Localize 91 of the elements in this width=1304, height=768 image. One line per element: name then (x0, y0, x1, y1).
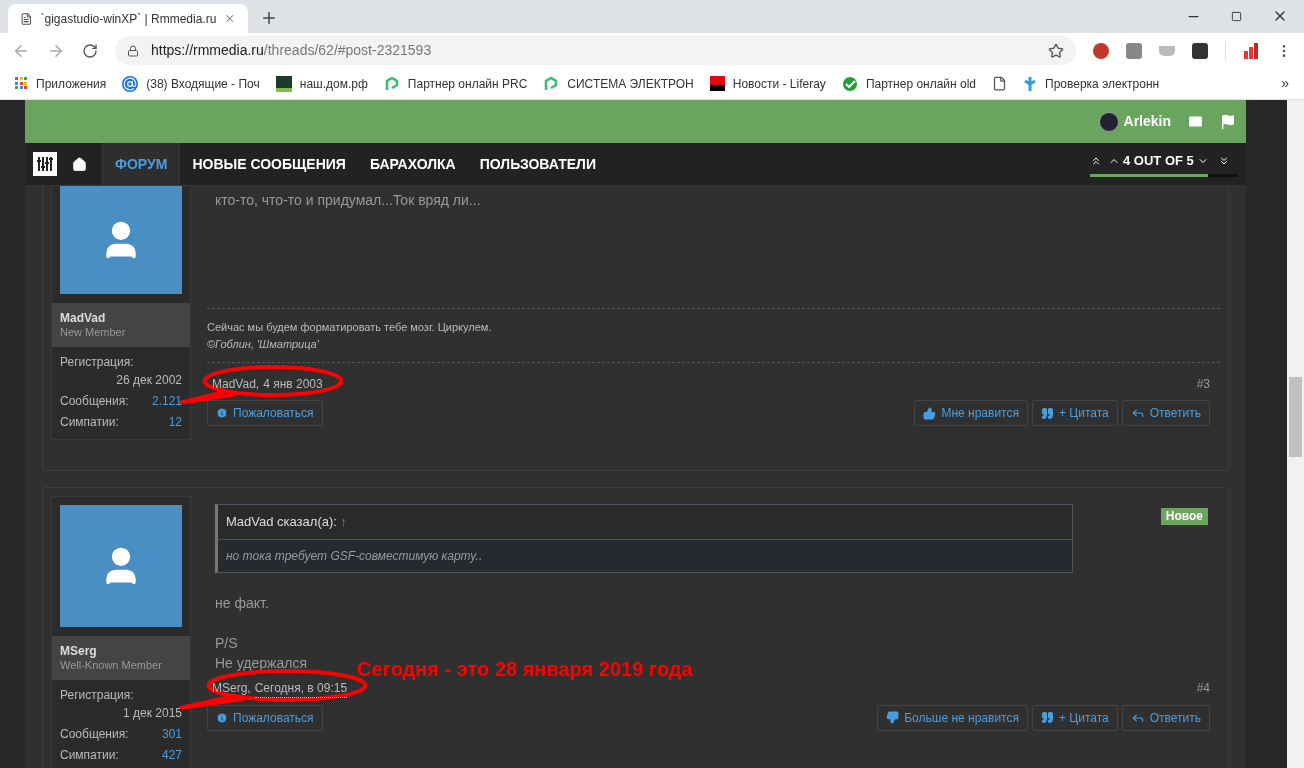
mail-icon[interactable] (1187, 113, 1204, 130)
nav-tab[interactable]: НОВЫЕ СООБЩЕНИЯ (180, 143, 358, 185)
bookmark[interactable]: Приложения (15, 74, 107, 93)
new-badge: Новое (1160, 508, 1208, 525)
extension-icon[interactable] (1192, 42, 1208, 59)
stat-value: 301 (161, 726, 182, 743)
apps-icon (15, 77, 28, 90)
post-author-link[interactable]: MSerg, (212, 678, 251, 698)
report-button[interactable]: Пожаловаться (207, 400, 323, 426)
quote-link[interactable]: ↑ (340, 514, 348, 529)
bookmark[interactable]: Партнер онлайн old (841, 74, 977, 93)
nav-tab[interactable]: ФОРУМ (102, 143, 181, 185)
thumbs-down-icon (886, 711, 900, 724)
post-text: P/S (215, 633, 238, 653)
stat-label: Симпатии: (60, 747, 119, 764)
post-text: Не удержался (215, 653, 307, 673)
lock-icon (127, 44, 139, 57)
logo-icon (543, 75, 560, 92)
bar-chart-icon[interactable] (1243, 42, 1259, 59)
stat-value: 12 (168, 414, 182, 431)
bookmark[interactable]: (38) Входящие - Поч (122, 74, 260, 93)
report-button[interactable]: Пожаловаться (207, 704, 323, 731)
user-title: New Member (60, 326, 127, 339)
stat-value: 26 дек 2002 (115, 372, 182, 389)
stat-label: Регистрация: (60, 354, 135, 371)
pager-label: 4 OUT OF 5 (1123, 151, 1194, 170)
post-text: кто-то, что-то и придумал...Ток вряд ли... (215, 191, 481, 210)
logo-icon (383, 75, 400, 92)
square-icon (275, 75, 292, 92)
post-text: не факт. (215, 593, 269, 613)
reply-icon (1130, 406, 1145, 420)
nav-tab[interactable]: ПОЛЬЗОВАТЕЛИ (467, 143, 608, 185)
star-icon[interactable] (1048, 42, 1064, 59)
restore-icon[interactable] (1231, 10, 1242, 22)
square-icon (709, 76, 725, 91)
logo-icon (1023, 75, 1038, 92)
user-title: Well-Known Member (60, 659, 163, 672)
stat-label: Регистрация: (60, 687, 135, 704)
nav-tab[interactable]: БАРАХОЛКА (357, 143, 468, 185)
page-icon (992, 76, 1008, 91)
signature-text: Сейчас мы будем форматировать тебе мозг. Циркулем. (207, 320, 493, 335)
bookmark[interactable] (992, 76, 1008, 91)
post-number[interactable]: #4 (1196, 679, 1210, 697)
stat-label: Сообщения: (60, 393, 129, 410)
username: MadVad (60, 311, 107, 326)
annotation-text: Сегодня - это 28 января 2019 года (357, 657, 693, 682)
reply-button[interactable]: Ответить (1121, 704, 1210, 731)
quote-button[interactable]: + Цитата (1031, 400, 1118, 426)
logo-icon[interactable] (33, 152, 57, 176)
stat-label: Симпатии: (60, 414, 119, 431)
unlike-button[interactable]: Больше не нравится (877, 704, 1028, 731)
address-bar[interactable]: https://rmmedia.ru/threads/62/#post-2321593 (115, 36, 1076, 65)
page-icon (20, 11, 33, 26)
quote-icon (1040, 406, 1054, 420)
stat-value: 1 дек 2015 (122, 705, 182, 722)
info-icon (216, 711, 228, 724)
user-avatar[interactable] (1098, 111, 1119, 132)
at-sign-icon (122, 75, 139, 92)
tab-title: `gigastudio-winXP` | Rmmedia.ru (40, 10, 217, 28)
post-date: 4 янв 2003 (263, 376, 323, 393)
thumbs-up-icon (923, 406, 937, 420)
quote-author: MadVad сказал(а): (226, 514, 337, 529)
scrollbar[interactable] (1287, 100, 1304, 768)
quote-icon (1040, 711, 1054, 724)
new-tab-icon[interactable] (260, 9, 278, 27)
bookmark[interactable]: наш.дом.рф (275, 74, 368, 93)
bookmark[interactable]: Проверка электронн (1023, 74, 1160, 93)
extension-icon[interactable] (1093, 42, 1109, 59)
bookmark[interactable]: СИСТЕМА ЭЛЕКТРОН (543, 74, 694, 93)
stat-value: 2.121 (151, 393, 182, 410)
signature-source: ©Гоблин, 'Шматрица' (207, 336, 320, 352)
flag-icon[interactable] (1220, 113, 1236, 130)
logo-icon (841, 75, 858, 92)
post-date: Сегодня, в 09:15 (254, 678, 348, 698)
post-number[interactable]: #3 (1196, 375, 1210, 393)
info-icon (216, 407, 228, 419)
post-author-link[interactable]: MadVad, (212, 375, 260, 393)
reply-button[interactable]: Ответить (1121, 400, 1210, 426)
home-icon[interactable] (72, 156, 87, 172)
username: MSerg (60, 644, 98, 659)
stat-value: 427 (161, 747, 182, 764)
quote-text: но тока требует GSF-совместимую карту.. (218, 539, 1072, 572)
more-bookmarks[interactable]: » (1281, 73, 1289, 94)
reload-icon[interactable] (82, 42, 98, 59)
bookmark[interactable]: Новости - Liferay (709, 74, 826, 93)
quote-button[interactable]: + Цитата (1031, 704, 1118, 731)
browser-tab[interactable]: `gigastudio-winXP` | Rmmedia.ru (8, 4, 248, 33)
stat-label: Сообщения: (60, 726, 129, 743)
url-text: https://rmmedia.ru/threads/62/#post-2321593 (151, 41, 433, 60)
like-button[interactable]: Мне нравится (914, 400, 1028, 426)
bookmark[interactable]: Партнер онлайн PRC (383, 74, 528, 93)
